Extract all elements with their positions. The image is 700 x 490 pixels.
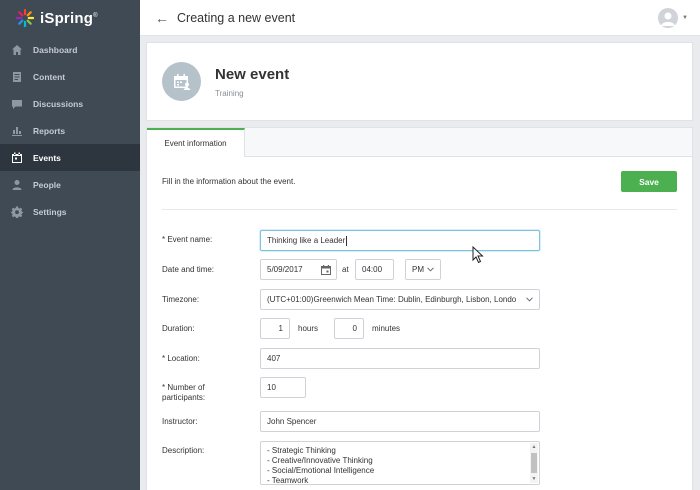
scroll-thumb[interactable] (531, 453, 537, 473)
logo[interactable]: iSpring® (0, 0, 140, 36)
user-avatar-icon (661, 12, 676, 26)
document-icon (11, 71, 23, 83)
brand-name: iSpring® (40, 9, 98, 27)
calendar-person-icon (173, 73, 190, 90)
event-name-label: * Event name: (162, 235, 213, 244)
chevron-down-icon (427, 267, 434, 272)
time-input[interactable]: 04:00 (355, 259, 394, 280)
ampm-select[interactable]: PM (405, 259, 441, 280)
tab-event-information[interactable]: Event information (147, 128, 245, 158)
sidebar-item-dashboard[interactable]: Dashboard (0, 36, 140, 63)
scroll-down-icon[interactable]: ▼ (531, 476, 537, 482)
home-icon (11, 44, 23, 56)
instructor-label: Instructor: (162, 417, 198, 426)
event-type-label: Training (215, 88, 244, 98)
sidebar-item-label: People (33, 179, 61, 190)
form-intro-text: Fill in the information about the event. (162, 177, 296, 186)
duration-minutes-value: 0 (352, 324, 357, 333)
duration-hours-input[interactable]: 1 (260, 318, 290, 339)
user-menu[interactable]: ▼ (658, 8, 688, 28)
description-line: - Creative/Innovative Thinking (267, 456, 373, 465)
hours-label: hours (298, 324, 319, 333)
description-line: - Strategic Thinking (267, 446, 336, 455)
description-line: - Teamwork (267, 476, 309, 485)
text-caret (346, 235, 348, 246)
chevron-down-icon: ▼ (682, 15, 688, 21)
sidebar-item-label: Reports (33, 125, 66, 136)
participants-input[interactable]: 10 (260, 377, 306, 398)
gear-icon (11, 206, 23, 218)
description-textarea[interactable]: - Strategic Thinking - Creative/Innovati… (260, 441, 540, 485)
timezone-label: Timezone: (162, 295, 200, 304)
instructor-input[interactable]: John Spencer (260, 411, 540, 432)
participants-value: 10 (267, 383, 276, 392)
event-form-card: Event information Fill in the informatio… (146, 127, 693, 490)
sidebar: iSpring® Dashboard Content Discussions R… (0, 0, 140, 490)
sidebar-item-events[interactable]: Events (0, 144, 140, 171)
sidebar-item-settings[interactable]: Settings (0, 198, 140, 225)
divider (162, 209, 677, 210)
minutes-label: minutes (372, 324, 401, 333)
scroll-up-icon[interactable]: ▲ (531, 444, 537, 450)
sidebar-item-reports[interactable]: Reports (0, 117, 140, 144)
duration-minutes-input[interactable]: 0 (334, 318, 364, 339)
page-title: Creating a new event (177, 10, 296, 25)
date-input[interactable]: 5/09/2017 (260, 259, 337, 280)
person-icon (11, 179, 23, 191)
date-time-label: Date and time: (162, 265, 215, 274)
top-bar: ← Creating a new event ▼ (140, 0, 700, 36)
calendar-icon (11, 152, 23, 164)
instructor-value: John Spencer (267, 417, 317, 426)
event-header-card: New event Training (146, 42, 693, 121)
description-line: - Social/Emotional Intelligence (267, 466, 375, 475)
at-label: at (342, 265, 349, 274)
sidebar-item-label: Settings (33, 206, 67, 217)
save-button[interactable]: Save (621, 171, 677, 192)
event-name-input[interactable]: Thinking like a Leader (260, 230, 540, 251)
event-type-icon (162, 62, 201, 101)
location-value: 407 (267, 354, 281, 363)
sidebar-item-label: Content (33, 71, 66, 82)
sidebar-item-label: Discussions (33, 98, 84, 109)
sidebar-item-discussions[interactable]: Discussions (0, 90, 140, 117)
sidebar-item-label: Events (33, 152, 61, 163)
back-arrow-icon[interactable]: ← (155, 10, 169, 26)
description-scrollbar[interactable]: ▲ ▼ (530, 443, 538, 483)
date-value: 5/09/2017 (267, 265, 303, 274)
timezone-select[interactable]: (UTC+01:00)Greenwich Mean Time: Dublin, … (260, 289, 540, 310)
bar-chart-icon (11, 125, 23, 137)
calendar-icon[interactable] (321, 265, 331, 275)
sidebar-item-content[interactable]: Content (0, 63, 140, 90)
location-input[interactable]: 407 (260, 348, 540, 369)
chat-icon (11, 98, 23, 110)
time-value: 04:00 (362, 265, 383, 274)
duration-hours-value: 1 (278, 324, 283, 333)
tab-bar: Event information (147, 128, 692, 158)
sidebar-item-people[interactable]: People (0, 171, 140, 198)
ampm-value: PM (412, 265, 424, 274)
event-title: New event (215, 65, 290, 83)
duration-label: Duration: (162, 324, 195, 333)
participants-label: * Number of participants: (162, 383, 206, 402)
chevron-down-icon (526, 297, 533, 302)
event-name-value: Thinking like a Leader (267, 236, 346, 245)
sidebar-item-label: Dashboard (33, 44, 78, 55)
timezone-value: (UTC+01:00)Greenwich Mean Time: Dublin, … (267, 295, 517, 304)
mouse-cursor-icon (472, 246, 484, 264)
location-label: * Location: (162, 354, 200, 363)
avatar (658, 8, 679, 28)
description-label: Description: (162, 446, 205, 455)
ispring-logo-icon (15, 8, 35, 28)
